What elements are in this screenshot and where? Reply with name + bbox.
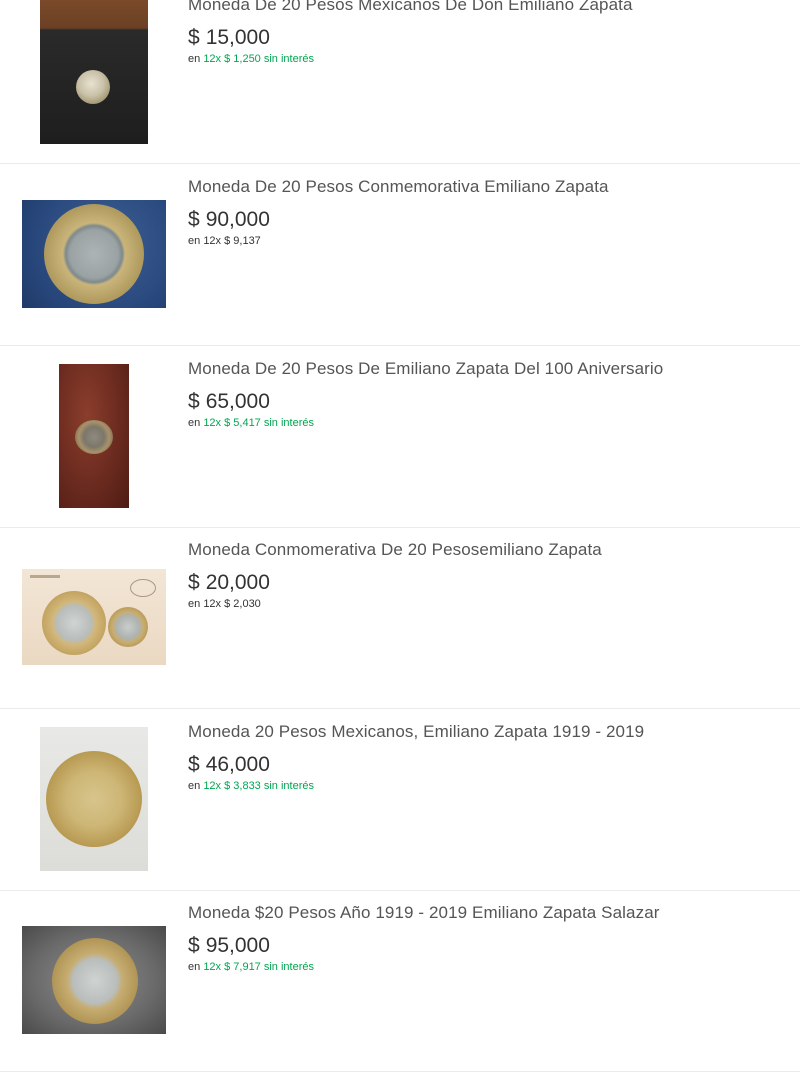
listing-item[interactable]: Moneda Conmomerativa De 20 Pesosemiliano… xyxy=(0,527,800,709)
installments-info: en 12x $ 2,030 xyxy=(188,597,784,611)
price-currency: $ xyxy=(188,753,200,776)
listing-item[interactable]: Moneda $20 Pesos Año 1919 - 2019 Emilian… xyxy=(0,890,800,1072)
price-amount: 20,000 xyxy=(205,571,270,594)
listing-title[interactable]: Moneda De 20 Pesos Conmemorativa Emilian… xyxy=(188,176,784,198)
listing-item[interactable]: Moneda 20 Pesos Mexicanos, Emiliano Zapa… xyxy=(0,709,800,891)
price-currency: $ xyxy=(188,571,200,594)
price-currency: $ xyxy=(188,390,200,413)
installments-info: en 12x $ 3,833 sin interés xyxy=(188,779,784,793)
listing-item[interactable]: Moneda De 20 Pesos Mexicanos De Don Emil… xyxy=(0,0,800,164)
listing-item[interactable]: Moneda De 20 Pesos Conmemorativa Emilian… xyxy=(0,164,800,346)
listing-price: $ 95,000 xyxy=(188,934,784,958)
installments-prefix: en xyxy=(188,780,201,792)
installments-prefix: en xyxy=(188,53,201,65)
listing-title[interactable]: Moneda De 20 Pesos De Emiliano Zapata De… xyxy=(188,358,784,380)
installments-plan: 12x $ 7,917 sin interés xyxy=(203,961,314,973)
coin-photo-image xyxy=(40,0,148,144)
listing-price: $ 65,000 xyxy=(188,390,784,414)
listing-price: $ 90,000 xyxy=(188,208,784,232)
listing-thumbnail[interactable] xyxy=(22,545,166,689)
price-amount: 15,000 xyxy=(205,26,270,49)
listing-thumbnail[interactable] xyxy=(22,908,166,1052)
price-amount: 65,000 xyxy=(205,390,270,413)
installments-plan: 12x $ 3,833 sin interés xyxy=(203,780,314,792)
price-currency: $ xyxy=(188,208,200,231)
installments-prefix: en xyxy=(188,417,201,429)
price-currency: $ xyxy=(188,934,200,957)
installments-info: en 12x $ 9,137 xyxy=(188,234,784,248)
listing-thumbnail[interactable] xyxy=(22,0,166,144)
listing-title[interactable]: Moneda De 20 Pesos Mexicanos De Don Emil… xyxy=(188,0,784,16)
listing-price: $ 15,000 xyxy=(188,26,784,50)
coin-photo-image xyxy=(59,364,129,508)
coin-card-image xyxy=(22,569,166,665)
installments-plan: 12x $ 2,030 xyxy=(203,598,261,610)
coin-photo-image xyxy=(22,926,166,1034)
coin-photo-image xyxy=(40,727,148,871)
installments-plan: 12x $ 9,137 xyxy=(203,235,261,247)
installments-info: en 12x $ 7,917 sin interés xyxy=(188,960,784,974)
listing-price: $ 20,000 xyxy=(188,571,784,595)
listing-thumbnail[interactable] xyxy=(22,727,166,871)
search-results-list: Moneda De 20 Pesos Mexicanos De Don Emil… xyxy=(0,0,800,1077)
price-amount: 95,000 xyxy=(205,934,270,957)
price-currency: $ xyxy=(188,26,200,49)
price-amount: 46,000 xyxy=(205,753,270,776)
installments-plan: 12x $ 1,250 sin interés xyxy=(203,53,314,65)
installments-prefix: en xyxy=(188,961,201,973)
installments-info: en 12x $ 1,250 sin interés xyxy=(188,52,784,66)
listing-thumbnail[interactable] xyxy=(22,364,166,508)
price-amount: 90,000 xyxy=(205,208,270,231)
installments-prefix: en xyxy=(188,598,201,610)
installments-plan: 12x $ 5,417 sin interés xyxy=(203,417,314,429)
listing-title[interactable]: Moneda Conmomerativa De 20 Pesosemiliano… xyxy=(188,539,784,561)
coin-photo-image xyxy=(22,200,166,308)
installments-prefix: en xyxy=(188,235,201,247)
listing-title[interactable]: Moneda 20 Pesos Mexicanos, Emiliano Zapa… xyxy=(188,721,784,743)
listing-title[interactable]: Moneda $20 Pesos Año 1919 - 2019 Emilian… xyxy=(188,902,784,924)
listing-price: $ 46,000 xyxy=(188,753,784,777)
installments-info: en 12x $ 5,417 sin interés xyxy=(188,416,784,430)
listing-thumbnail[interactable] xyxy=(22,182,166,326)
listing-item[interactable]: Moneda De 20 Pesos De Emiliano Zapata De… xyxy=(0,346,800,528)
